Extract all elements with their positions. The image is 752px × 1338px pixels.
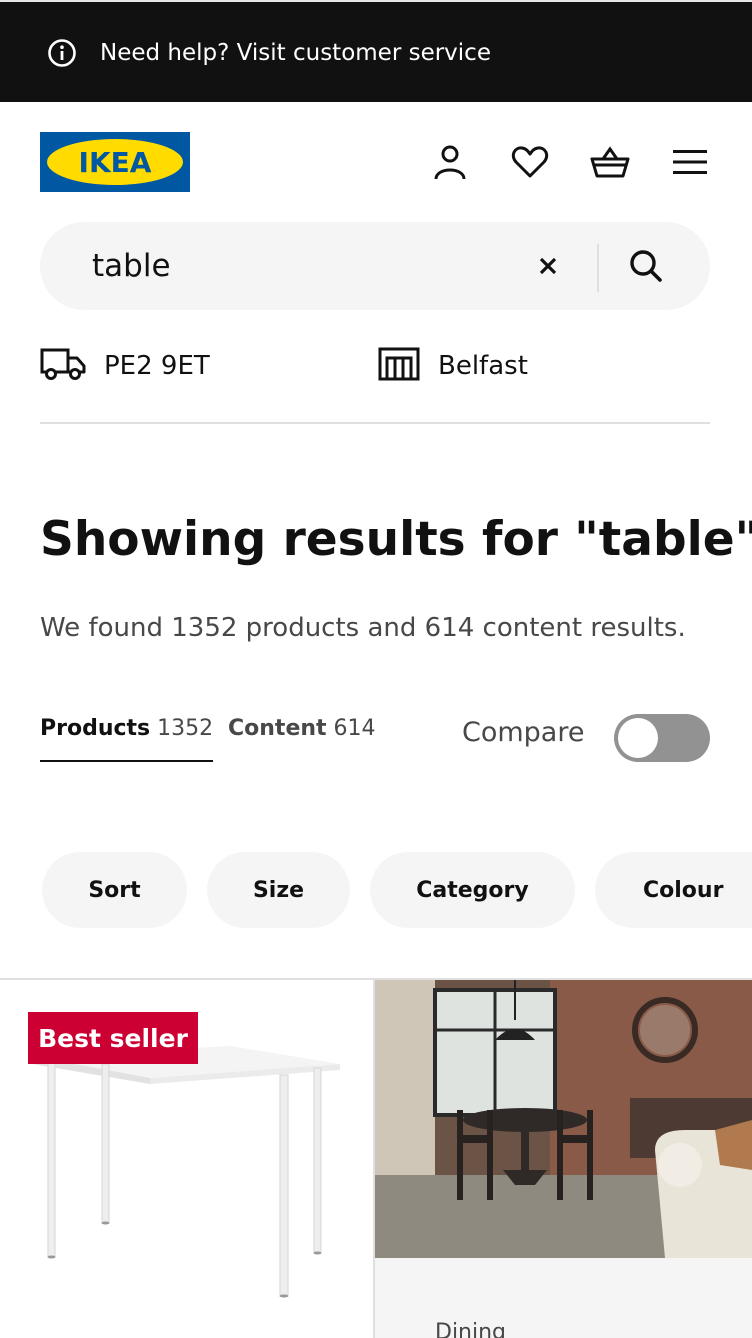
filter-sort[interactable]: Sort xyxy=(42,852,187,928)
menu-icon[interactable] xyxy=(670,142,710,182)
tab-content[interactable]: Content 614 xyxy=(228,716,376,762)
divider xyxy=(40,422,710,424)
search-bar xyxy=(40,222,710,310)
close-icon[interactable] xyxy=(534,252,562,280)
search-query: table xyxy=(598,512,735,567)
store-icon xyxy=(378,347,420,385)
postcode-selector[interactable]: PE2 9ET xyxy=(40,346,210,386)
search-input[interactable] xyxy=(92,244,522,288)
logo-text: IKEA xyxy=(79,146,152,179)
room-card[interactable]: Dining xyxy=(375,980,752,1338)
dining-room-image xyxy=(375,980,752,1258)
results-summary: We found 1352 products and 614 content r… xyxy=(40,613,686,643)
filter-colour[interactable]: Colour xyxy=(595,852,752,928)
heart-icon[interactable] xyxy=(510,142,550,182)
store-selector[interactable]: Belfast xyxy=(378,346,528,386)
tab-products[interactable]: Products 1352 xyxy=(40,716,214,762)
search-divider xyxy=(597,244,599,292)
compare-toggle[interactable] xyxy=(614,714,710,762)
toggle-knob xyxy=(618,718,658,758)
customer-service-bar[interactable]: Need help? Visit customer service xyxy=(0,0,752,102)
info-icon xyxy=(47,38,77,68)
page-title: Showing results for "table" xyxy=(40,512,752,567)
filter-category[interactable]: Category xyxy=(370,852,575,928)
store-text: Belfast xyxy=(438,351,528,381)
filter-size[interactable]: Size xyxy=(207,852,350,928)
ikea-logo[interactable]: IKEA xyxy=(40,132,190,192)
search-icon[interactable] xyxy=(626,246,666,286)
room-category-label: Dining xyxy=(435,1320,507,1338)
best-seller-badge: Best seller xyxy=(28,1012,198,1064)
basket-icon[interactable] xyxy=(590,142,630,182)
postcode-text: PE2 9ET xyxy=(104,351,210,381)
compare-label: Compare xyxy=(462,717,585,748)
customer-service-link[interactable]: Need help? Visit customer service xyxy=(100,38,491,68)
delivery-truck-icon xyxy=(40,347,86,385)
profile-icon[interactable] xyxy=(430,142,470,182)
